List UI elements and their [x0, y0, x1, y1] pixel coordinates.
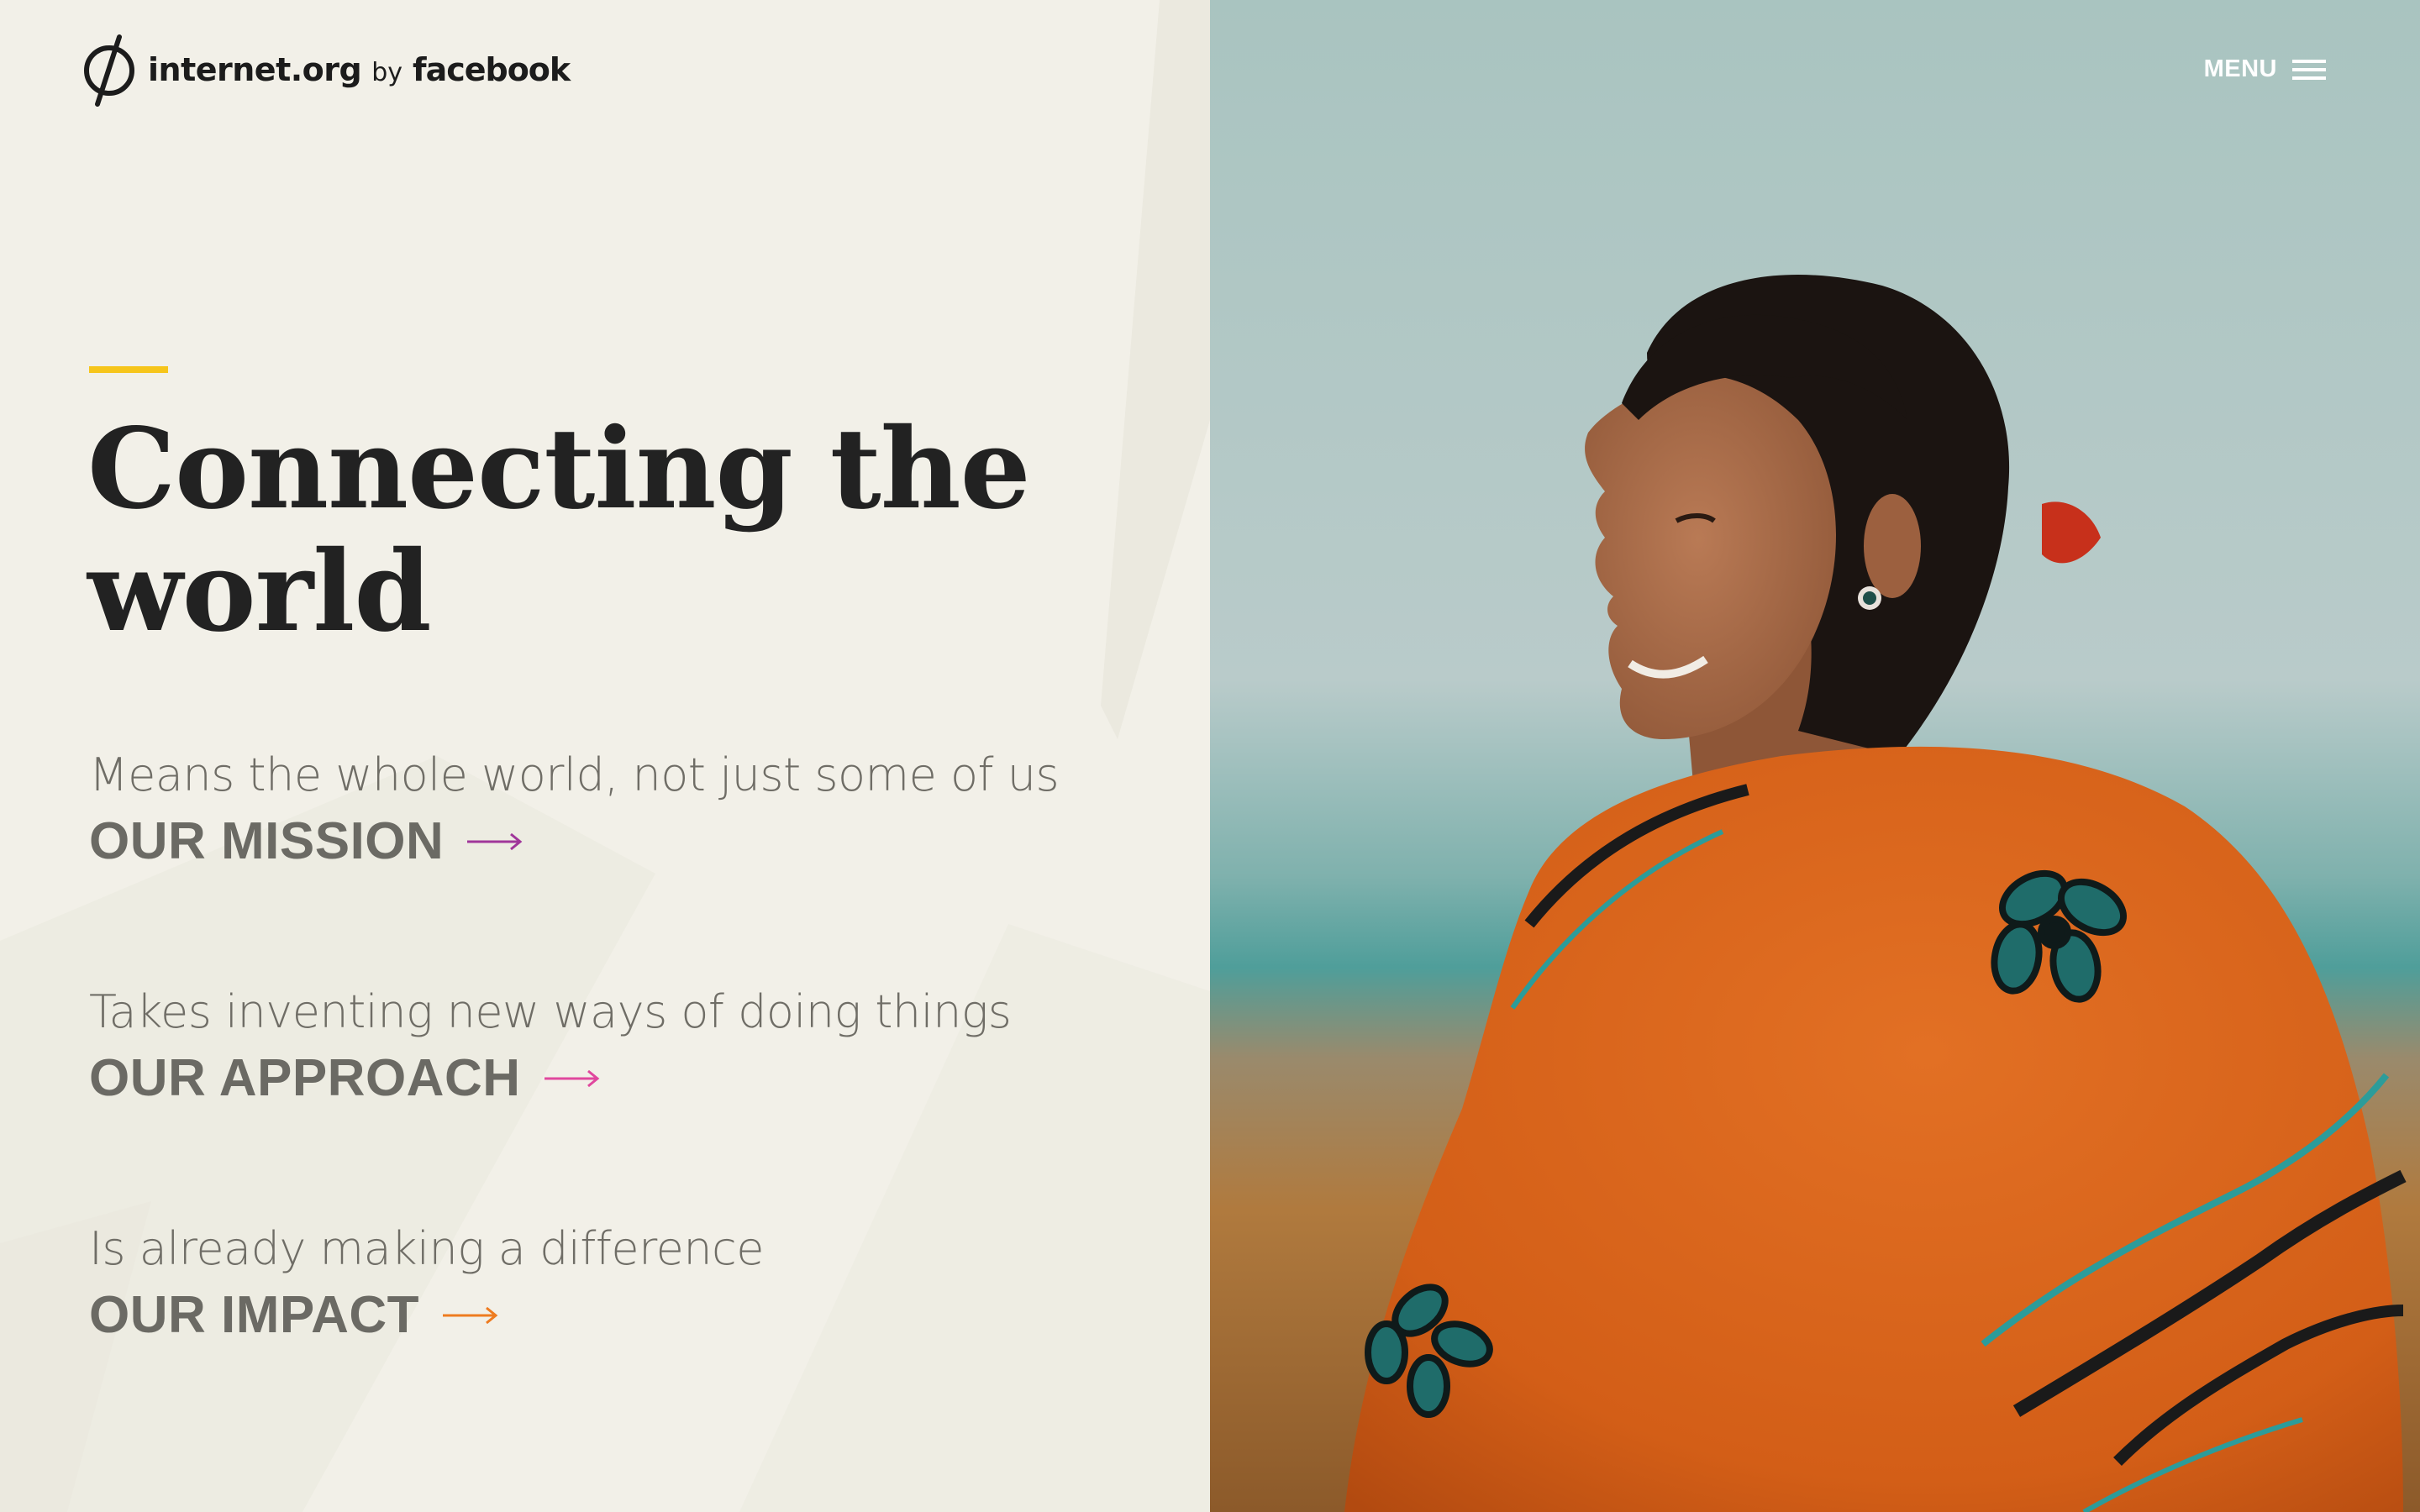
brand-by: by: [371, 57, 403, 87]
section-impact: Is already making a difference OUR IMPAC…: [89, 1220, 764, 1349]
hero-photo: MENU: [1210, 0, 2420, 1512]
headline-line-1: Connecting the: [87, 404, 1031, 534]
link-label: OUR MISSION: [89, 812, 445, 870]
link-label: OUR IMPACT: [89, 1286, 420, 1344]
menu-button[interactable]: MENU: [2204, 55, 2326, 83]
brand-name: internet.org: [148, 51, 362, 88]
arrow-right-icon: [443, 1306, 498, 1325]
link-label: OUR APPROACH: [89, 1049, 521, 1107]
arrow-right-icon: [544, 1069, 599, 1088]
section-description: Means the whole world, not just some of …: [89, 748, 1060, 801]
left-panel: internet.org by facebook Connecting the …: [0, 0, 1210, 1512]
our-impact-link[interactable]: OUR IMPACT: [89, 1282, 764, 1349]
section-description: Is already making a difference: [89, 1222, 764, 1275]
parent-brand-name: facebook: [413, 51, 571, 88]
our-mission-link[interactable]: OUR MISSION: [89, 808, 1059, 875]
woman-in-orange-shawl-image: [1210, 0, 2420, 1512]
page-headline: Connecting the world: [87, 408, 1096, 654]
section-approach: Takes inventing new ways of doing things…: [89, 983, 1012, 1112]
hamburger-icon: [2292, 59, 2326, 80]
internet-org-logo-icon: [84, 34, 134, 107]
headline-accent-bar: [89, 366, 168, 373]
our-approach-link[interactable]: OUR APPROACH: [89, 1045, 1011, 1112]
section-description: Takes inventing new ways of doing things: [89, 985, 1012, 1038]
page: internet.org by facebook Connecting the …: [0, 0, 2420, 1512]
arrow-right-icon: [467, 832, 523, 851]
section-mission: Means the whole world, not just some of …: [89, 746, 1060, 875]
site-logo[interactable]: internet.org by facebook: [81, 32, 571, 108]
headline-line-2: world: [87, 527, 432, 657]
menu-label: MENU: [2203, 55, 2277, 82]
